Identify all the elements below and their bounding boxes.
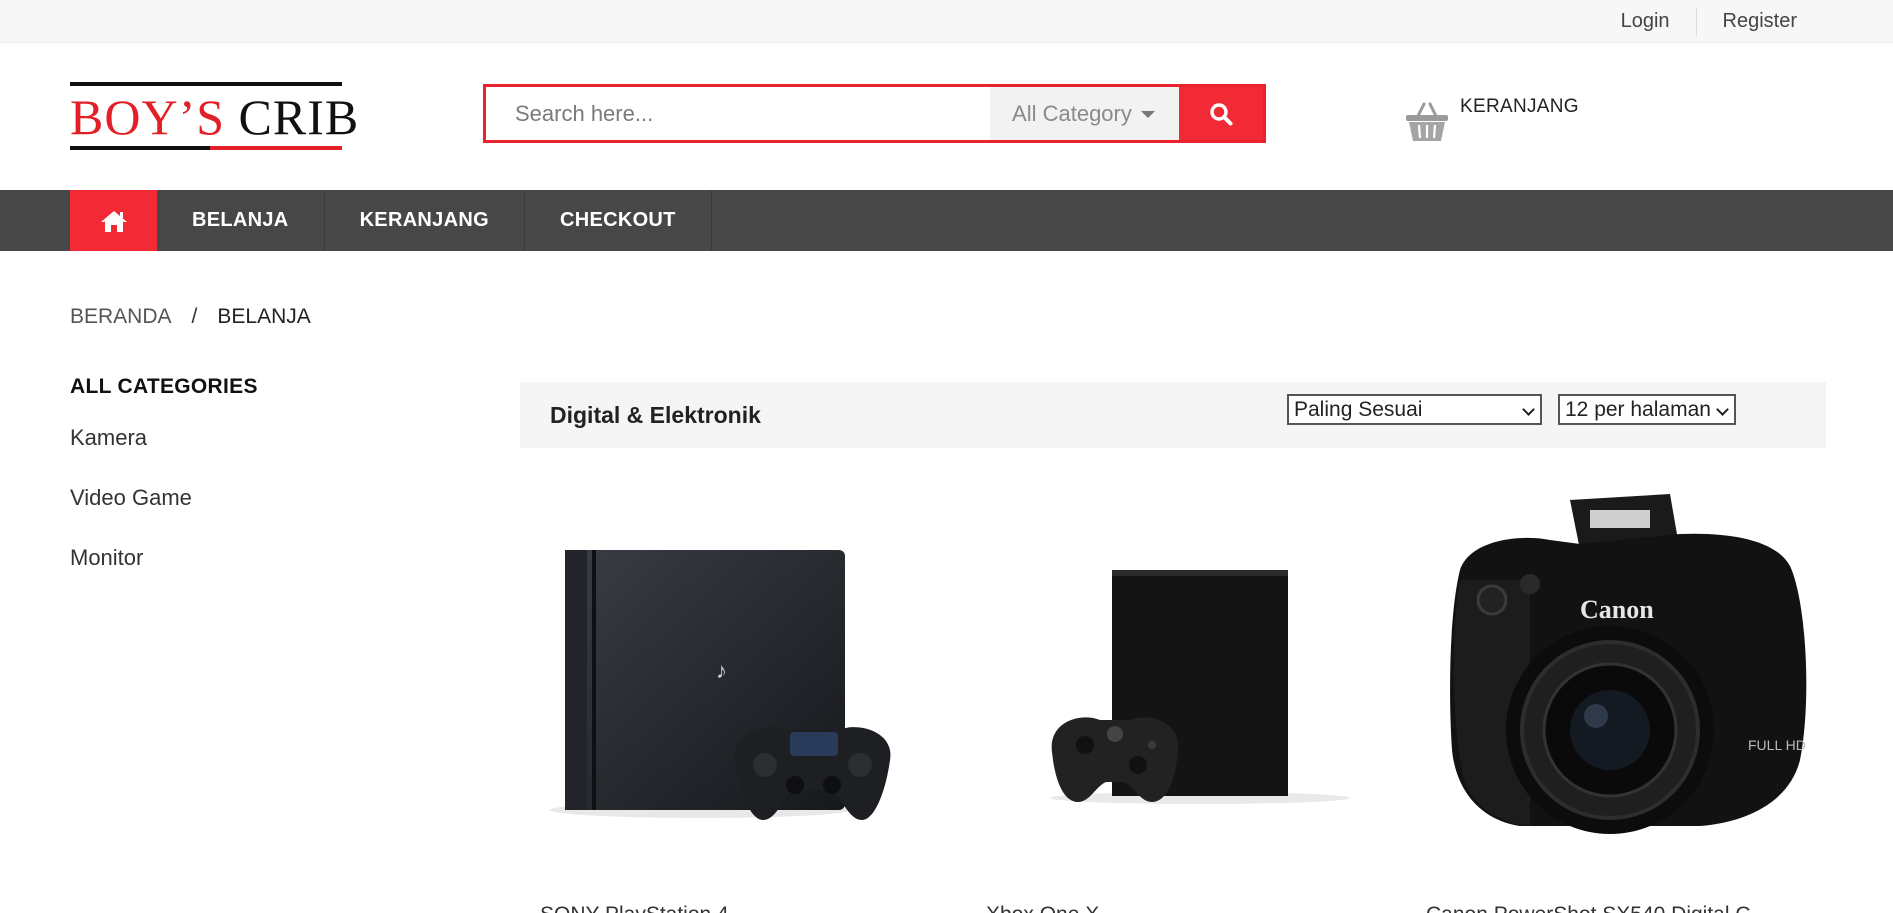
login-link[interactable]: Login <box>1595 0 1696 43</box>
svg-text:Canon: Canon <box>1580 595 1654 624</box>
register-link[interactable]: Register <box>1697 0 1823 43</box>
logo-bottom-rule <box>70 146 342 150</box>
svg-text:♪: ♪ <box>716 658 727 683</box>
basket-icon <box>1404 100 1450 149</box>
breadcrumb-home[interactable]: BERANDA <box>70 305 172 329</box>
search-bar: All Category <box>483 84 1266 143</box>
per-page-select[interactable]: 12 per halaman <box>1558 394 1736 425</box>
search-button[interactable] <box>1179 87 1263 140</box>
svg-text:FULL HD: FULL HD <box>1748 737 1806 753</box>
top-bar: Login Register <box>0 0 1893 43</box>
breadcrumb: BERANDA / BELANJA <box>70 305 311 329</box>
category-heading: Digital & Elektronik <box>550 402 761 428</box>
sort-select-value: Paling Sesuai <box>1294 398 1423 421</box>
product-name[interactable]: Xbox One X... <box>986 903 1117 913</box>
category-select[interactable]: All Category <box>990 87 1180 140</box>
caret-down-icon <box>1141 111 1156 118</box>
product-toolbar: Digital & Elektronik Paling Sesuai 12 pe… <box>520 382 1826 448</box>
search-input[interactable] <box>486 87 991 140</box>
sidebar-item-monitor[interactable]: Monitor <box>70 543 370 603</box>
search-icon <box>1210 102 1233 125</box>
product-name[interactable]: Canon PowerShot SX540 Digital C... <box>1426 903 1768 913</box>
product-name[interactable]: SONY PlayStation 4... <box>540 903 746 913</box>
cart-widget[interactable]: KERANJANG <box>1400 94 1600 154</box>
sidebar-item-video-game[interactable]: Video Game <box>70 483 370 543</box>
category-sidebar: ALL CATEGORIES Kamera Video Game Monitor <box>70 375 370 603</box>
per-page-select-value: 12 per halaman <box>1565 398 1711 421</box>
nav-item-checkout[interactable]: CHECKOUT <box>525 190 712 251</box>
chevron-down-icon <box>1716 403 1729 416</box>
nav-item-keranjang[interactable]: KERANJANG <box>325 190 525 251</box>
nav-item-belanja[interactable]: BELANJA <box>157 190 325 251</box>
product-image: Canon FULL HD <box>1450 494 1807 834</box>
sidebar-title: ALL CATEGORIES <box>70 375 258 398</box>
logo-top-rule <box>70 82 342 86</box>
category-select-value: All Category <box>1012 100 1132 126</box>
product-card[interactable]: ♪ SONY PlayStation 4... <box>540 490 970 913</box>
site-logo[interactable]: BOY’S CRIB <box>70 82 358 152</box>
main-nav: BELANJA KERANJANG CHECKOUT <box>0 190 1893 251</box>
logo-word-1: BOY’S <box>70 89 226 145</box>
product-card[interactable]: Canon FULL HD Canon PowerShot SX540 Digi… <box>1426 490 1850 913</box>
breadcrumb-separator: / <box>191 305 198 328</box>
nav-home-button[interactable] <box>70 190 157 251</box>
home-icon <box>100 210 127 232</box>
sort-select[interactable]: Paling Sesuai <box>1287 394 1542 425</box>
product-image: ♪ <box>550 550 891 820</box>
product-card[interactable]: Xbox One X... <box>986 490 1400 913</box>
logo-text: BOY’S CRIB <box>70 89 358 145</box>
logo-word-2: CRIB <box>238 89 360 145</box>
chevron-down-icon <box>1522 403 1535 416</box>
breadcrumb-current: BELANJA <box>217 305 311 328</box>
sidebar-item-kamera[interactable]: Kamera <box>70 423 370 483</box>
product-image <box>1050 570 1350 804</box>
account-links: Login Register <box>1595 0 1823 43</box>
cart-label: KERANJANG <box>1460 96 1579 117</box>
